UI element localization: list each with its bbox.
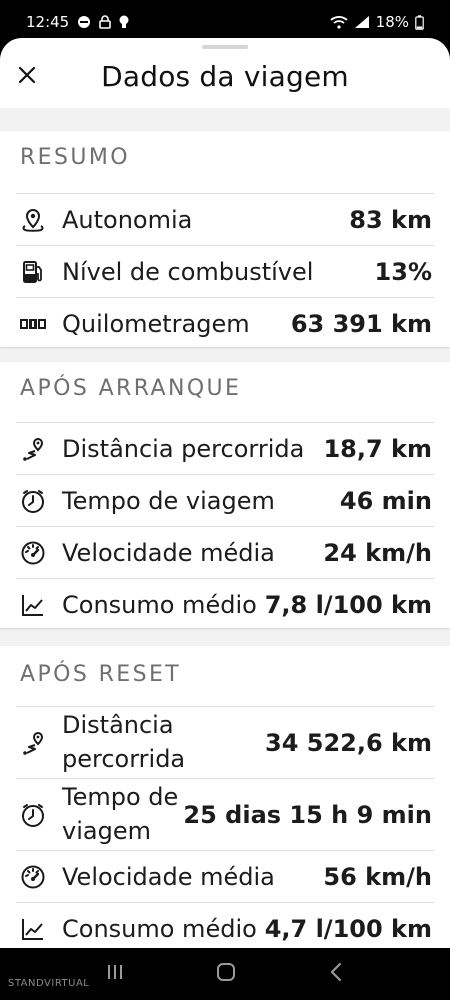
row-label-line1: Distância: [62, 711, 174, 739]
clock-icon: [18, 486, 48, 516]
row-label: Velocidade média: [62, 863, 275, 891]
trip-data-sheet: Dados da viagem RESUMO Autonomia 83 km N…: [0, 38, 450, 948]
chart-line-icon: [18, 590, 48, 620]
row-value: 4,7 l/100 km: [264, 915, 432, 943]
home-icon[interactable]: [216, 962, 236, 986]
row-value: 46 min: [339, 487, 432, 515]
row-value: 7,8 l/100 km: [264, 591, 432, 619]
speedometer-icon: [18, 862, 48, 892]
route-icon: [18, 728, 48, 758]
row-label: Consumo médio: [62, 591, 257, 619]
row-label: Nível de combustível: [62, 258, 314, 286]
drag-handle[interactable]: [202, 45, 248, 49]
location-pin-icon: [18, 205, 48, 235]
section-title-after-start: APÓS ARRANQUE: [20, 376, 242, 401]
after-reset-card: APÓS RESET Distância percorrida 34 522,6…: [0, 646, 450, 948]
row-label: Quilometragem: [62, 310, 250, 338]
route-icon: [18, 434, 48, 464]
signal-icon: [354, 15, 370, 29]
divider: [16, 778, 434, 779]
summary-card: RESUMO Autonomia 83 km Nível de combustí…: [0, 131, 450, 347]
row-avg-speed: Velocidade média 24 km/h: [0, 528, 450, 578]
row-value: 13%: [374, 258, 432, 286]
row-avg-consumption: Consumo médio 4,7 l/100 km: [0, 904, 450, 948]
row-trip-time: Tempo de viagem 46 min: [0, 476, 450, 526]
row-distance: Distância percorrida 34 522,6 km: [0, 708, 450, 778]
row-label: Distância percorrida: [62, 435, 305, 463]
row-value: 63 391 km: [290, 310, 432, 338]
row-avg-speed: Velocidade média 56 km/h: [0, 852, 450, 902]
row-fuel-level: Nível de combustível 13%: [0, 247, 450, 297]
row-value: 56 km/h: [323, 863, 432, 891]
clock-icon: [18, 800, 48, 830]
divider: [16, 245, 434, 246]
recent-apps-icon[interactable]: [106, 963, 124, 985]
row-avg-consumption: Consumo médio 7,8 l/100 km: [0, 580, 450, 630]
divider: [16, 422, 434, 423]
divider: [16, 902, 434, 903]
navigation-bar: [0, 948, 450, 1000]
row-label-line1: Tempo de: [62, 783, 179, 811]
row-distance: Distância percorrida 18,7 km: [0, 424, 450, 474]
row-value: 83 km: [349, 206, 432, 234]
row-value: 34 522,6 km: [265, 729, 432, 757]
divider: [16, 474, 434, 475]
divider: [16, 578, 434, 579]
page-title: Dados da viagem: [101, 60, 349, 93]
status-time: 12:45: [26, 13, 70, 31]
row-label: Consumo médio: [62, 915, 257, 943]
row-label: Autonomia: [62, 206, 193, 234]
bulb-icon: [119, 15, 129, 29]
after-start-card: APÓS ARRANQUE Distância percorrida 18,7 …: [0, 362, 450, 628]
wifi-icon: [330, 15, 348, 29]
divider: [16, 526, 434, 527]
divider: [16, 297, 434, 298]
battery-icon: [415, 14, 424, 30]
notification-icon: [77, 15, 91, 29]
watermark-logo: STANDVIRTUAL: [8, 978, 90, 989]
divider: [16, 706, 434, 707]
header: Dados da viagem: [0, 38, 450, 108]
row-label-line2: percorrida: [62, 745, 186, 773]
row-label-line2: viagem: [62, 817, 151, 845]
battery-text: 18%: [375, 13, 409, 31]
back-icon[interactable]: [328, 962, 344, 986]
fuel-pump-icon: [18, 257, 48, 287]
row-label: Velocidade média: [62, 539, 275, 567]
row-autonomia: Autonomia 83 km: [0, 195, 450, 245]
lock-icon: [99, 15, 112, 29]
divider: [16, 193, 434, 194]
divider: [16, 850, 434, 851]
row-value: 18,7 km: [323, 435, 432, 463]
row-value: 24 km/h: [323, 539, 432, 567]
section-title-after-reset: APÓS RESET: [20, 662, 182, 687]
row-label: Tempo de viagem: [62, 487, 275, 515]
row-trip-time: Tempo de viagem 25 dias 15 h 9 min: [0, 780, 450, 850]
row-mileage: Quilometragem 63 391 km: [0, 299, 450, 349]
row-value: 25 dias 15 h 9 min: [183, 801, 432, 829]
section-title-resumo: RESUMO: [20, 145, 130, 170]
odometer-icon: [18, 309, 48, 339]
chart-line-icon: [18, 914, 48, 944]
speedometer-icon: [18, 538, 48, 568]
